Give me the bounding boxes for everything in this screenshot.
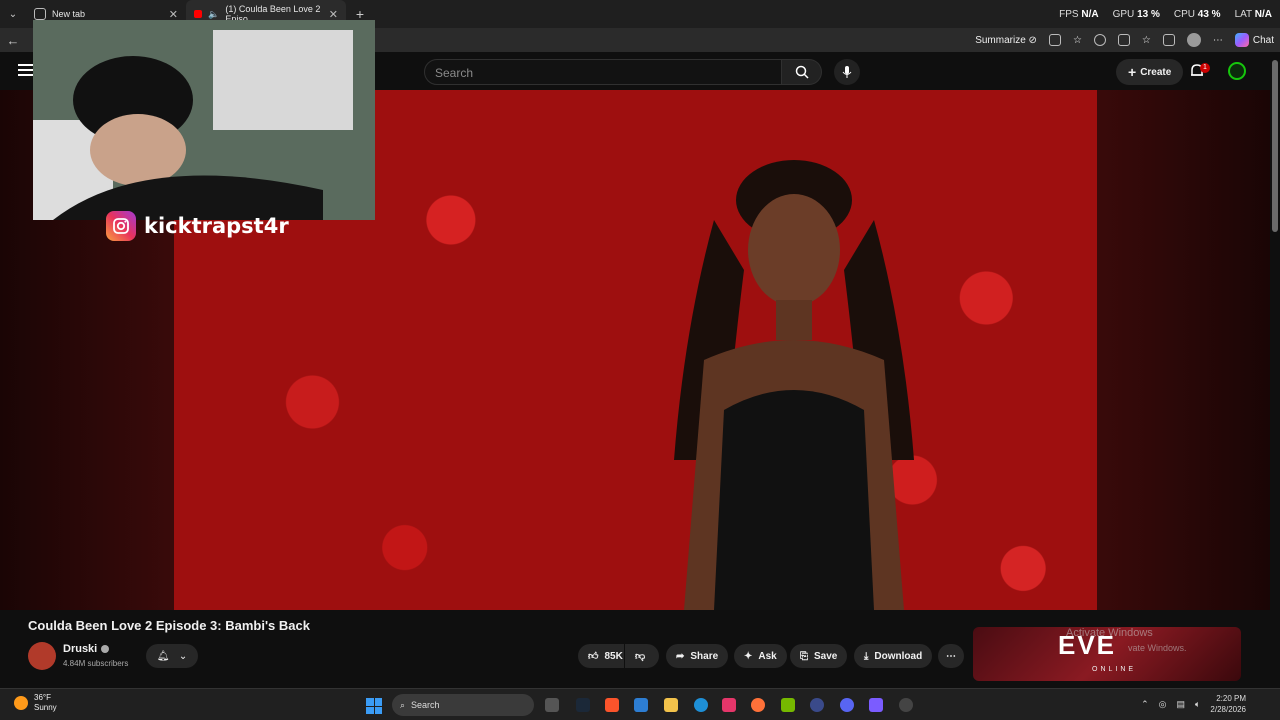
save-button[interactable]: ⎘ Save: [790, 644, 848, 668]
copilot-chat-button[interactable]: Chat: [1234, 33, 1274, 47]
capcut-icon[interactable]: [722, 698, 736, 712]
instagram-icon: [106, 211, 136, 241]
ask-button[interactable]: ✦ Ask: [734, 644, 787, 668]
instagram-handle: kicktrapst4r: [144, 214, 289, 238]
voice-search-button[interactable]: [834, 59, 860, 85]
search-input[interactable]: Search: [424, 59, 782, 85]
thumbs-down-icon: 👎︎: [635, 651, 646, 662]
taskbar-search[interactable]: ⌕ Search: [392, 694, 534, 716]
more-dots-icon: ⋯: [946, 650, 956, 662]
download-icon: ⤓: [864, 650, 869, 662]
search-button[interactable]: [782, 59, 822, 85]
plus-icon: +: [1128, 64, 1137, 80]
file-explorer-icon[interactable]: [664, 698, 678, 712]
create-button[interactable]: + Create: [1116, 59, 1184, 85]
nvidia-icon[interactable]: [781, 698, 795, 712]
channel-avatar[interactable]: [28, 642, 56, 670]
favorites-icon[interactable]: ☆: [1142, 35, 1151, 46]
thumbs-up-icon: 👍︎: [588, 651, 599, 662]
chevron-down-icon: ⌄: [178, 650, 188, 662]
hamburger-menu-icon[interactable]: [18, 64, 34, 76]
like-button[interactable]: 👍︎ 85K: [578, 644, 624, 668]
subscription-bell-button[interactable]: 🔔︎ ⌄: [146, 644, 198, 668]
weather-temp: 36°F: [34, 693, 51, 702]
toolbar-actions: Summarize ⊘ ☆ ☆ ⋯ Chat: [975, 28, 1274, 52]
more-actions-button[interactable]: ⋯: [938, 644, 964, 668]
close-tab-icon[interactable]: ✕: [329, 8, 338, 21]
webcam-overlay: [33, 20, 375, 220]
video-title: Coulda Been Love 2 Episode 3: Bambi's Ba…: [28, 618, 310, 633]
search-icon: [795, 65, 809, 79]
microphone-icon: [842, 66, 852, 78]
sparkle-icon: ✦: [744, 650, 753, 662]
fps-readout: FPS N/A: [1059, 8, 1099, 20]
record-app-icon[interactable]: [899, 698, 913, 712]
bell-icon: 🔔︎: [156, 650, 170, 662]
sun-icon: [14, 696, 28, 710]
extensions-icon[interactable]: [1048, 34, 1061, 46]
webcam-scene: [33, 20, 375, 220]
chevron-up-icon[interactable]: ⌃: [1141, 699, 1149, 710]
video-person-figure: [674, 160, 914, 610]
notification-badge: 1: [1200, 63, 1210, 73]
taskbar-clock[interactable]: 2:20 PM 2/28/2026: [1210, 693, 1246, 715]
app-icon[interactable]: [810, 698, 824, 712]
dislike-button[interactable]: 👎︎: [625, 644, 659, 668]
profile-avatar[interactable]: [1186, 33, 1201, 47]
download-button[interactable]: ⤓ Download: [854, 644, 933, 668]
verified-icon: [101, 645, 110, 653]
collections-icon[interactable]: [1162, 34, 1175, 46]
share-button[interactable]: ➦ Share: [666, 644, 729, 668]
performance-overlay: FPS N/A GPU 13 % CPU 43 % LAT N/A: [1059, 0, 1272, 28]
weather-condition: Sunny: [34, 703, 57, 712]
close-tab-icon[interactable]: ✕: [169, 8, 178, 21]
tab-label: New tab: [52, 9, 86, 19]
notepad-icon[interactable]: [634, 698, 648, 712]
windows-taskbar: 36°F Sunny ⌕ Search ⌃ ◎ ▤ 🔈︎ 2:20 PM 2/2…: [0, 688, 1280, 720]
share-icon: ➦: [676, 650, 685, 662]
steam-icon[interactable]: [576, 698, 590, 712]
tab-list-dropdown[interactable]: ⌄: [0, 0, 26, 28]
system-tray: ⌃ ◎ ▤ 🔈︎ 2:20 PM 2/28/2026: [1141, 693, 1246, 715]
weather-widget[interactable]: 36°F Sunny: [14, 693, 57, 713]
more-menu-icon[interactable]: ⋯: [1213, 35, 1223, 46]
volume-icon[interactable]: 🔈︎: [1195, 699, 1200, 710]
brave-icon[interactable]: [605, 698, 619, 712]
ad-tagline: ONLINE: [1092, 666, 1137, 673]
lat-readout: LAT N/A: [1234, 8, 1272, 20]
page-icon: [34, 8, 46, 20]
network-icon[interactable]: ▤: [1176, 699, 1185, 710]
copilot-icon: [1234, 33, 1249, 47]
back-arrow-icon[interactable]: ←: [0, 33, 26, 48]
firefox-icon[interactable]: [751, 698, 765, 712]
refresh-icon[interactable]: [1093, 34, 1106, 46]
windows-start-icon[interactable]: [366, 698, 382, 714]
channel-name-link[interactable]: Druski: [63, 643, 110, 655]
split-screen-icon[interactable]: [1117, 34, 1130, 46]
instagram-handle-overlay: kicktrapst4r: [106, 210, 289, 242]
app-grid-icon[interactable]: [869, 698, 883, 712]
search-icon: ⌕: [400, 699, 406, 710]
summarize-button[interactable]: Summarize ⊘: [975, 35, 1037, 46]
speaker-icon[interactable]: 🔈: [208, 9, 219, 20]
cpu-readout: CPU 43 %: [1173, 8, 1221, 20]
favorite-star-icon[interactable]: ☆: [1073, 35, 1082, 46]
bookmark-icon: ⎘: [800, 650, 808, 662]
youtube-favicon-icon: [194, 10, 203, 18]
activate-windows-title: Activate Windows: [1066, 627, 1153, 639]
scrollbar-thumb[interactable]: [1272, 60, 1278, 232]
activate-windows-subtitle: vate Windows.: [1128, 643, 1187, 653]
steam-tray-icon[interactable]: ◎: [1159, 699, 1167, 710]
user-avatar[interactable]: [1228, 62, 1246, 80]
subscriber-count: 4.84M subscribers: [63, 659, 129, 668]
task-view-icon[interactable]: [545, 698, 559, 712]
discord-icon[interactable]: [840, 698, 854, 712]
gpu-readout: GPU 13 %: [1112, 8, 1160, 20]
edge-icon[interactable]: [694, 698, 708, 712]
